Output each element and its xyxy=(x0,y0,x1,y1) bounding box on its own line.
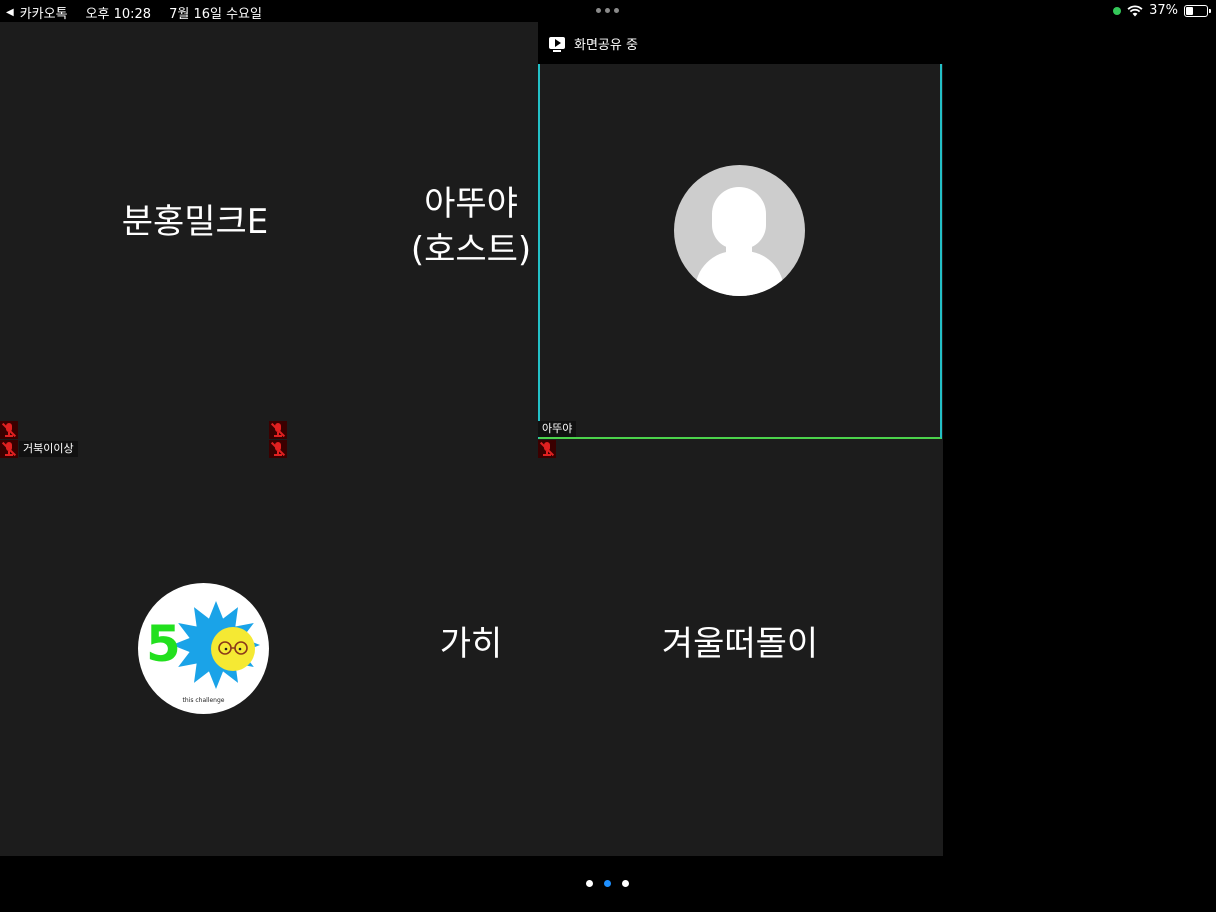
muted-mic-icon xyxy=(538,440,556,458)
page-dot-active[interactable] xyxy=(604,880,611,887)
logo-number: 5 xyxy=(146,615,181,673)
participant-name[interactable]: 겨울떠돌이 xyxy=(600,622,880,668)
participant-name-host[interactable]: 아뚜야 (호스트) xyxy=(380,182,562,274)
status-bar-left: ◀ 카카오톡 오후 10:28 7월 16일 수요일 xyxy=(6,3,262,22)
multitasking-dots-icon[interactable] xyxy=(596,8,619,13)
status-time: 오후 10:28 xyxy=(85,7,152,22)
battery-percent: 37% xyxy=(1149,3,1178,18)
page-dot[interactable] xyxy=(622,880,629,887)
participant-name[interactable]: 분홍밀크E xyxy=(60,200,330,246)
muted-mic-icon xyxy=(0,440,18,458)
screen-share-label: 화면공유 중 xyxy=(574,37,638,53)
screen-share-banner[interactable]: 화면공유 중 xyxy=(538,22,943,64)
participant-name[interactable]: 가히 xyxy=(380,622,562,668)
page-indicator[interactable] xyxy=(586,880,629,887)
participant-name-tag: 거북이이상 xyxy=(19,441,78,457)
logo-caption: this challenge xyxy=(182,697,225,704)
50-challenge-logo[interactable]: 5 this challenge xyxy=(138,583,269,714)
status-bar: ◀ 카카오톡 오후 10:28 7월 16일 수요일 37% xyxy=(0,0,1216,22)
screen-share-icon xyxy=(549,37,565,52)
muted-mic-icon xyxy=(269,440,287,458)
participant-name-tag: 아뚜야 xyxy=(538,421,577,437)
smiley-glasses-icon xyxy=(211,627,255,671)
status-date: 7월 16일 수요일 xyxy=(169,7,262,22)
page-dot[interactable] xyxy=(586,880,593,887)
camera-in-use-indicator xyxy=(1113,6,1122,15)
wifi-icon xyxy=(1127,4,1143,16)
participant-name-line: 아뚜야 xyxy=(424,184,518,224)
muted-mic-icon xyxy=(0,421,18,439)
muted-mic-icon xyxy=(269,421,287,439)
battery-icon xyxy=(1184,4,1211,17)
status-bar-right: 37% xyxy=(1113,3,1211,18)
back-arrow-icon[interactable]: ◀ xyxy=(6,7,14,18)
default-person-avatar xyxy=(674,165,805,296)
participant-role-line: (호스트) xyxy=(410,229,532,270)
back-app-label[interactable]: 카카오톡 xyxy=(20,3,68,22)
